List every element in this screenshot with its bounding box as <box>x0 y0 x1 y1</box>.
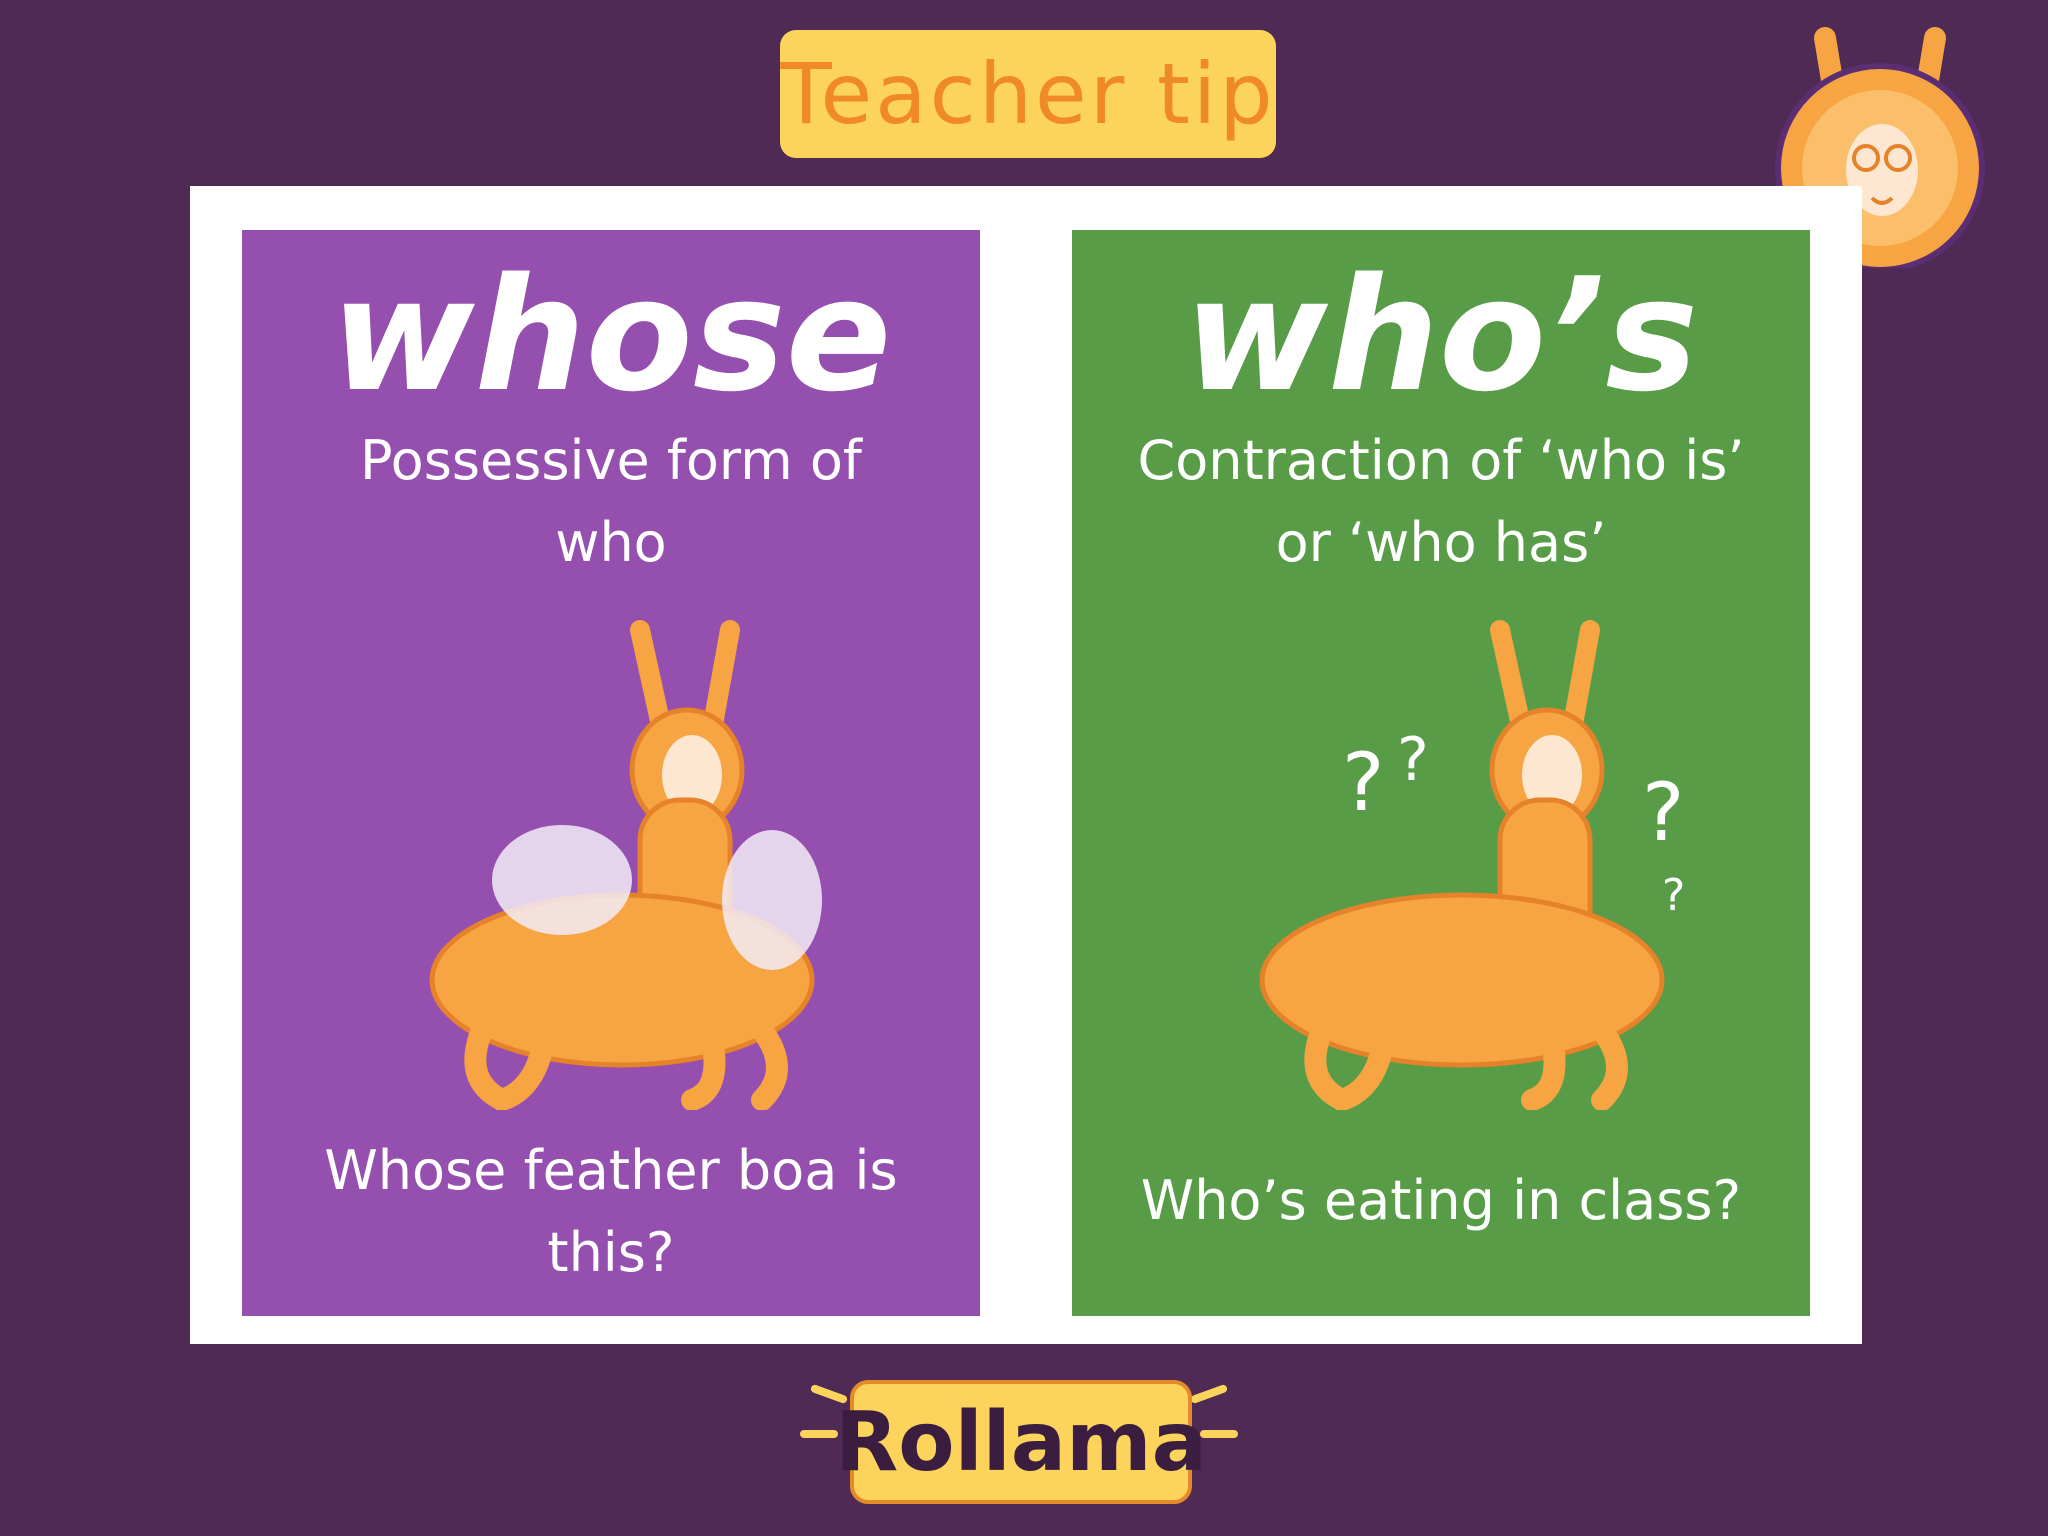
teacher-tip-title: Teacher tip <box>780 45 1276 143</box>
example-line: Whose feather boa is <box>324 1139 898 1202</box>
svg-text:?: ? <box>1397 725 1429 795</box>
teacher-tip-badge: Teacher tip <box>780 30 1276 158</box>
definition-line: who <box>555 511 667 574</box>
definition-line: Possessive form of <box>360 429 862 492</box>
card-word: who’s <box>1183 244 1699 426</box>
card-example: Whose feather boa is this? <box>302 1130 920 1294</box>
card-word: whose <box>330 244 892 426</box>
svg-text:?: ? <box>1342 736 1384 829</box>
card-example: Who’s eating in class? <box>1132 1160 1750 1242</box>
logo-badge: Rollama <box>835 1380 1207 1504</box>
example-line: this? <box>547 1221 675 1284</box>
confused-llama-illustration: ? ? ? ? <box>1259 620 1685 1110</box>
svg-text:?: ? <box>1662 870 1685 921</box>
comparison-frame: whose Possessive form of who Whose feath… <box>190 186 1862 1344</box>
example-line: Who’s eating in class? <box>1140 1169 1742 1232</box>
rollama-logo: Rollama <box>800 1350 1240 1520</box>
svg-text:?: ? <box>1642 766 1684 859</box>
definition-line: or ‘who has’ <box>1275 511 1607 574</box>
logo-text: Rollama <box>835 1394 1207 1490</box>
card-definition: Contraction of ‘who is’ or ‘who has’ <box>1132 420 1750 584</box>
card-definition: Possessive form of who <box>302 420 920 584</box>
whos-card: who’s Contraction of ‘who is’ or ‘who ha… <box>1072 230 1810 1316</box>
whose-card: whose Possessive form of who Whose feath… <box>242 230 980 1316</box>
feather-boa-llama-illustration <box>429 620 822 1110</box>
definition-line: Contraction of ‘who is’ <box>1137 429 1745 492</box>
